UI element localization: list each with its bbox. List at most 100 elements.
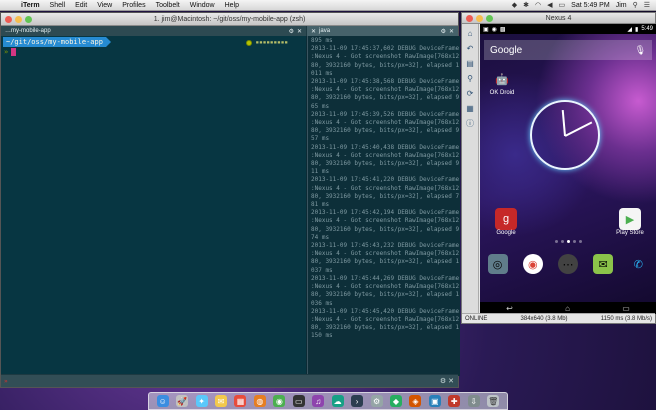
tab-my-mobile-app[interactable]: …my-mobile-app ⚙ ✕ bbox=[1, 26, 306, 36]
iterm-tab-bar: …my-mobile-app ⚙ ✕ ✕ java ⚙ ✕ bbox=[1, 26, 458, 36]
page-indicator bbox=[480, 240, 656, 243]
tab-java[interactable]: ✕ java ⚙ ✕ bbox=[306, 26, 458, 36]
notification-center-icon[interactable]: ☰ bbox=[644, 1, 650, 9]
menubar-user[interactable]: Jim bbox=[616, 2, 627, 9]
input-line[interactable]: » bbox=[4, 48, 17, 56]
log-line: :Nexus 4 - Got screenshot RawImage[768x1… bbox=[311, 119, 460, 127]
close-icon[interactable]: ✕ bbox=[311, 28, 316, 35]
gear-icon[interactable]: ⚙ bbox=[441, 28, 446, 35]
log-line: 80, 3932160 bytes, bits/px=32], elapsed … bbox=[311, 324, 460, 332]
log-line: 80, 3932160 bytes, bits/px=32], elapsed … bbox=[311, 192, 460, 200]
preferences-icon[interactable]: ⚙ bbox=[370, 395, 383, 407]
app-icon[interactable]: ◆ bbox=[389, 395, 402, 407]
log-line: 65 ms bbox=[311, 102, 330, 110]
page-dot bbox=[554, 240, 558, 243]
log-line: 80, 3932160 bytes, bits/px=32], elapsed … bbox=[311, 225, 460, 233]
info-tool-icon[interactable]: ⓘ bbox=[464, 117, 476, 129]
emulator-titlebar[interactable]: Nexus 4 bbox=[462, 13, 655, 24]
screenshot-tool-icon[interactable]: ▦ bbox=[464, 102, 476, 114]
terminal-pane-left[interactable]: ~/git/oss/my-mobile-app » ▪▪▪▪▪▪▪▪▪ bbox=[1, 36, 306, 376]
finder-icon[interactable]: ☺ bbox=[156, 395, 169, 407]
log-line: :Nexus 4 - Got screenshot RawImage[768x1… bbox=[311, 86, 460, 94]
bottom-prompt: » bbox=[4, 377, 8, 385]
menu-item-view[interactable]: View bbox=[92, 2, 117, 9]
phone-clock: 5:49 bbox=[641, 26, 653, 32]
gear-icon[interactable]: ⚙ ✕ bbox=[440, 377, 458, 385]
prompt-symbol: » bbox=[4, 48, 9, 56]
log-line: :Nexus 4 - Got screenshot RawImage[768x1… bbox=[311, 53, 460, 61]
battery-icon[interactable]: ▭ bbox=[559, 1, 566, 9]
app-icon[interactable]: ▣ bbox=[428, 395, 441, 407]
tab-left-label: …my-mobile-app bbox=[5, 28, 51, 34]
signal-icon: ◢ bbox=[627, 26, 632, 33]
notification-icon: ◉ bbox=[491, 26, 497, 33]
wifi-icon[interactable]: ◠ bbox=[535, 1, 541, 9]
back-icon[interactable]: ↩ bbox=[506, 304, 513, 313]
app-play-store[interactable]: ▶ Play Store bbox=[612, 208, 648, 236]
safari-icon[interactable]: ✦ bbox=[195, 395, 208, 407]
app-icon[interactable]: ◈ bbox=[409, 395, 422, 407]
downloads-stack-icon[interactable]: ⇩ bbox=[467, 395, 480, 407]
home-icon[interactable]: ⌂ bbox=[565, 304, 570, 313]
app-drawer-icon[interactable]: ⋯ bbox=[557, 254, 578, 274]
iterm-titlebar[interactable]: 1. jim@Macintosh: ~/git/oss/my-mobile-ap… bbox=[1, 13, 458, 26]
log-line: 2013-11-09 17:45:45,420 DEBUG DeviceFram… bbox=[311, 307, 460, 315]
page-dot bbox=[578, 240, 582, 243]
connection-status: ONLINE bbox=[465, 315, 488, 322]
log-line: 80, 3932160 bytes, bits/px=32], elapsed … bbox=[311, 258, 460, 266]
trash-icon[interactable]: 🗑 bbox=[487, 395, 500, 407]
app-label: OK Droid bbox=[489, 90, 515, 96]
iterm-bottom-pane-bar[interactable]: » ⚙ ✕ bbox=[1, 374, 458, 387]
close-icon[interactable]: ✕ bbox=[297, 28, 302, 35]
app-label: Google bbox=[496, 230, 516, 236]
mail-icon[interactable]: ✉ bbox=[215, 395, 228, 407]
iterm-dock-icon[interactable]: ▭ bbox=[292, 395, 305, 407]
log-line: :Nexus 4 - Got screenshot RawImage[768x1… bbox=[311, 283, 460, 291]
messages-icon[interactable]: ☁ bbox=[331, 395, 344, 407]
back-tool-icon[interactable]: ↶ bbox=[464, 42, 476, 54]
app-icon[interactable]: ✚ bbox=[448, 395, 461, 407]
search-tool-icon[interactable]: ⚲ bbox=[464, 72, 476, 84]
app-google[interactable]: g Google bbox=[488, 208, 524, 236]
firefox-icon[interactable]: ◍ bbox=[253, 395, 266, 407]
microphone-icon[interactable]: 🎙 bbox=[635, 45, 646, 56]
google-search-bar[interactable]: Google 🎙 bbox=[484, 40, 652, 60]
log-line: 2013-11-09 17:45:43,232 DEBUG DeviceFram… bbox=[311, 242, 460, 250]
menu-item-toolbelt[interactable]: Toolbelt bbox=[151, 2, 185, 9]
close-icon[interactable]: ✕ bbox=[449, 28, 454, 35]
chrome-icon[interactable]: ◉ bbox=[522, 254, 543, 274]
rotate-tool-icon[interactable]: ⟳ bbox=[464, 87, 476, 99]
menu-item-help[interactable]: Help bbox=[220, 2, 244, 9]
gear-icon[interactable]: ⚙ bbox=[289, 28, 294, 35]
menu-app-name[interactable]: iTerm bbox=[16, 2, 45, 9]
menu-tool-icon[interactable]: ▤ bbox=[464, 57, 476, 69]
log-line: 57 ms bbox=[311, 135, 330, 143]
menu-item-edit[interactable]: Edit bbox=[70, 2, 92, 9]
menu-item-profiles[interactable]: Profiles bbox=[117, 2, 150, 9]
calendar-icon[interactable]: ▦ bbox=[234, 395, 247, 407]
terminal-pane-right[interactable]: 895 ms 2013-11-09 17:45:37,602 DEBUG Devi… bbox=[307, 36, 460, 376]
recent-apps-icon[interactable]: ▭ bbox=[622, 304, 630, 313]
launchpad-icon[interactable]: 🚀 bbox=[176, 395, 189, 407]
home-screen[interactable]: Google 🎙 🤖 OK Droid g Google ▶ Play Stor… bbox=[480, 34, 656, 302]
dropbox-icon[interactable]: ◆ bbox=[512, 1, 517, 9]
page-dot bbox=[566, 240, 570, 243]
bluetooth-icon[interactable]: ✱ bbox=[523, 1, 529, 9]
log-line: :Nexus 4 - Got screenshot RawImage[768x1… bbox=[311, 315, 460, 323]
chrome-dock-icon[interactable]: ◉ bbox=[273, 395, 286, 407]
camera-icon[interactable]: ◎ bbox=[487, 254, 508, 274]
menubar-clock[interactable]: Sat 5:49 PM bbox=[571, 2, 610, 9]
itunes-icon[interactable]: ♫ bbox=[312, 395, 325, 407]
log-line: 80, 3932160 bytes, bits/px=32], elapsed … bbox=[311, 127, 460, 135]
home-tool-icon[interactable]: ⌂ bbox=[464, 27, 476, 39]
menu-item-shell[interactable]: Shell bbox=[45, 2, 71, 9]
menu-item-window[interactable]: Window bbox=[185, 2, 220, 9]
volume-icon[interactable]: ◀ bbox=[547, 1, 552, 9]
analog-clock-widget[interactable] bbox=[530, 100, 600, 170]
phone-icon[interactable]: ✆ bbox=[628, 254, 648, 274]
phone-screen[interactable]: ▣ ◉ ▩ ◢ ▮ 5:49 Google 🎙 🤖 OK Droid g Goo… bbox=[480, 24, 656, 314]
messaging-icon[interactable]: ✉ bbox=[593, 254, 614, 274]
terminal-icon[interactable]: › bbox=[351, 395, 364, 407]
spotlight-icon[interactable]: ⚲ bbox=[633, 1, 638, 9]
app-ok-droid[interactable]: 🤖 OK Droid bbox=[484, 68, 520, 97]
